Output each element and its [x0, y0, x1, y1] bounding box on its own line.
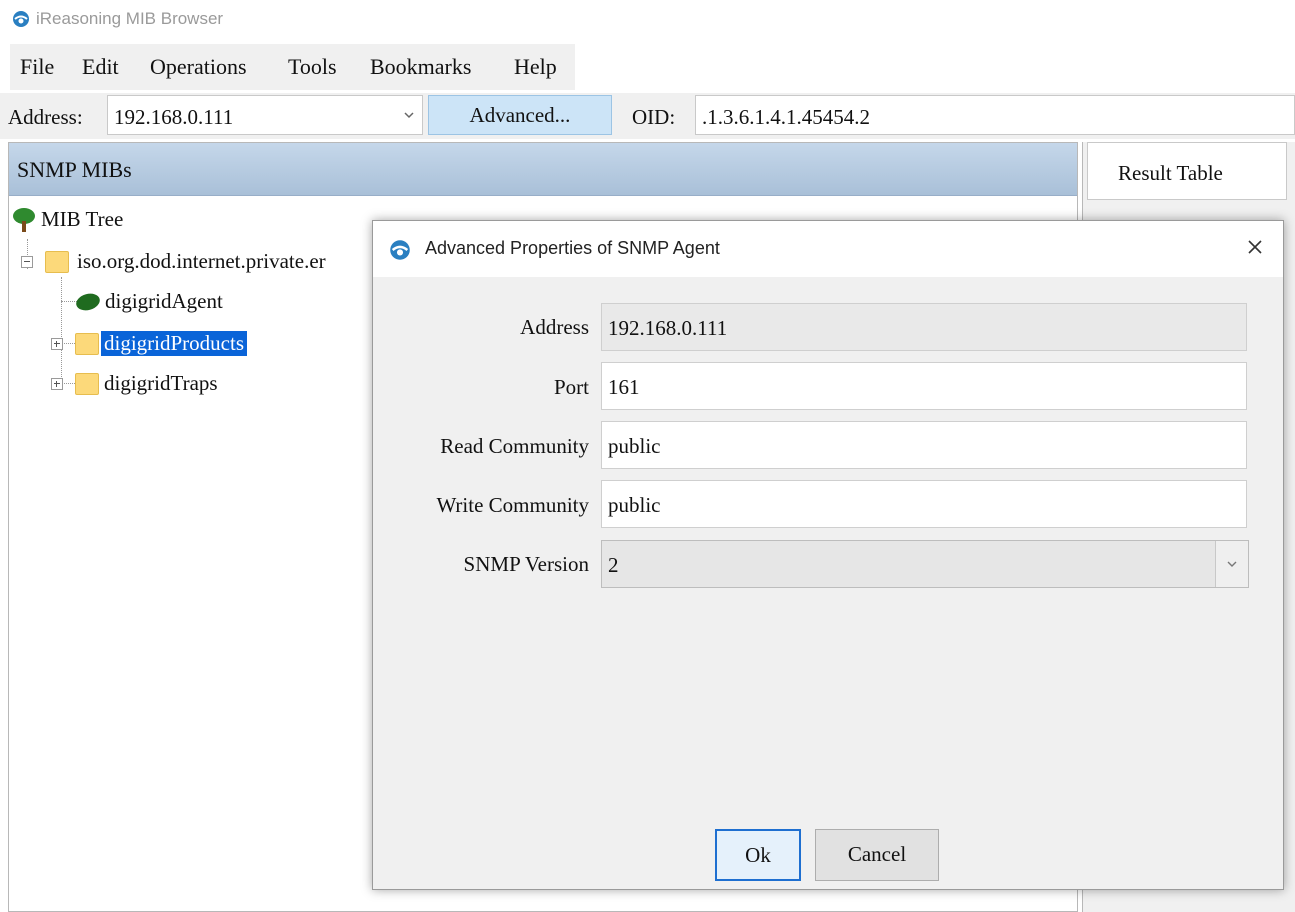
oid-input[interactable]: .1.3.6.1.4.1.45454.2 — [695, 95, 1295, 135]
globe-icon — [389, 239, 411, 266]
snmp-version-select[interactable]: 2 — [601, 540, 1249, 588]
oid-value: .1.3.6.1.4.1.45454.2 — [702, 105, 870, 129]
menu-help[interactable]: Help — [514, 54, 557, 80]
tree-icon — [11, 207, 37, 239]
tab-result-table[interactable]: Result Table — [1087, 142, 1287, 200]
globe-icon — [12, 10, 30, 33]
chevron-down-icon[interactable] — [402, 108, 416, 127]
cancel-button[interactable]: Cancel — [815, 829, 939, 881]
tree-item-label: digigridTraps — [104, 371, 218, 395]
write-community-field[interactable]: public — [601, 480, 1247, 528]
tree-root[interactable]: MIB Tree — [11, 203, 311, 237]
write-community-label: Write Community — [436, 493, 589, 517]
folder-icon — [75, 373, 99, 395]
tree-item-digigridagent[interactable]: digigridAgent — [69, 285, 289, 319]
chevron-down-icon[interactable] — [1215, 541, 1248, 587]
menu-edit[interactable]: Edit — [82, 54, 119, 80]
folder-icon — [45, 251, 69, 273]
address-combo[interactable]: 192.168.0.111 — [107, 95, 423, 135]
leaf-icon — [75, 291, 101, 319]
expand-icon[interactable] — [51, 338, 63, 350]
panel-title: SNMP MIBs — [17, 157, 132, 182]
collapse-icon[interactable] — [21, 256, 33, 268]
dialog-title: Advanced Properties of SNMP Agent — [425, 238, 720, 258]
read-community-label: Read Community — [440, 434, 589, 458]
tree-item-digigridtraps[interactable]: digigridTraps — [49, 367, 309, 401]
tree-item-label: digigridAgent — [105, 289, 223, 313]
port-label: Port — [553, 375, 589, 399]
title-bar: iReasoning MIB Browser — [0, 0, 1295, 42]
advanced-properties-dialog: Advanced Properties of SNMP Agent Addres… — [372, 220, 1284, 890]
close-icon[interactable] — [1241, 233, 1269, 261]
ok-button[interactable]: Ok — [715, 829, 801, 881]
read-community-value: public — [608, 434, 661, 458]
snmp-version-label: SNMP Version — [463, 552, 589, 576]
write-community-value: public — [608, 493, 661, 517]
address-field-label: Address — [520, 315, 589, 339]
tree-item-digigridproducts[interactable]: digigridProducts — [49, 327, 309, 361]
oid-label: OID: — [632, 105, 676, 129]
panel-header: SNMP MIBs — [9, 143, 1077, 196]
menu-operations[interactable]: Operations — [150, 54, 247, 80]
port-field[interactable]: 161 — [601, 362, 1247, 410]
dialog-title-bar: Advanced Properties of SNMP Agent — [373, 221, 1283, 277]
toolbar: Address: 192.168.0.111 Advanced... OID: … — [0, 93, 1295, 139]
address-field[interactable]: 192.168.0.111 — [601, 303, 1247, 351]
address-field-value: 192.168.0.111 — [608, 316, 728, 340]
expand-icon[interactable] — [51, 378, 63, 390]
port-value: 161 — [608, 375, 640, 399]
tree-node-iso[interactable]: iso.org.dod.internet.private.er — [15, 245, 375, 279]
menu-file[interactable]: File — [20, 54, 54, 80]
menu-bar: File Edit Operations Tools Bookmarks Hel… — [10, 44, 575, 90]
snmp-version-value: 2 — [608, 553, 619, 577]
tree-root-label: MIB Tree — [41, 207, 124, 231]
folder-icon — [75, 333, 99, 355]
address-label: Address: — [8, 105, 83, 129]
tree-node-label: iso.org.dod.internet.private.er — [77, 249, 326, 273]
read-community-field[interactable]: public — [601, 421, 1247, 469]
tree-item-label: digigridProducts — [101, 331, 247, 356]
advanced-button[interactable]: Advanced... — [428, 95, 612, 135]
tab-label: Result Table — [1118, 161, 1223, 185]
menu-tools[interactable]: Tools — [288, 54, 337, 80]
window-title: iReasoning MIB Browser — [36, 9, 224, 28]
address-value: 192.168.0.111 — [114, 105, 234, 129]
menu-bookmarks[interactable]: Bookmarks — [370, 54, 471, 80]
